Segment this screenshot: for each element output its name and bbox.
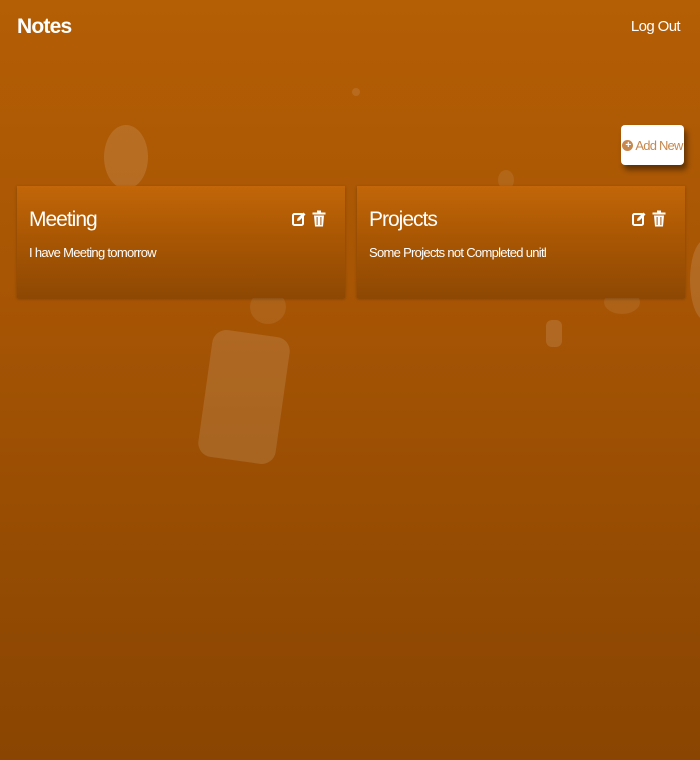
note-body: I have Meeting tomorrow xyxy=(29,245,157,260)
note-actions xyxy=(632,210,666,227)
trash-icon[interactable] xyxy=(312,210,326,227)
trash-icon[interactable] xyxy=(652,210,666,227)
edit-icon[interactable] xyxy=(632,210,646,227)
background-blob xyxy=(104,125,148,189)
edit-icon[interactable] xyxy=(292,210,306,227)
note-title: Meeting xyxy=(29,208,98,231)
add-new-button[interactable]: + Add New xyxy=(621,125,684,165)
add-new-label: Add New xyxy=(635,137,683,153)
background-blob xyxy=(196,328,292,466)
note-body: Some Projects not Completed unitl xyxy=(369,245,547,260)
note-card: Meeting I have Meeting tomorrow xyxy=(17,186,345,298)
navbar: Notes Log Out xyxy=(0,0,700,56)
note-card: Projects Some Projects not Completed uni… xyxy=(357,186,685,298)
note-title: Projects xyxy=(369,208,438,231)
plus-circle-icon: + xyxy=(622,139,634,151)
background-blob xyxy=(690,240,700,320)
brand-title[interactable]: Notes xyxy=(17,15,72,39)
background-blob xyxy=(546,320,562,347)
background-blob xyxy=(352,88,360,96)
note-actions xyxy=(292,210,326,227)
logout-link[interactable]: Log Out xyxy=(631,18,681,35)
